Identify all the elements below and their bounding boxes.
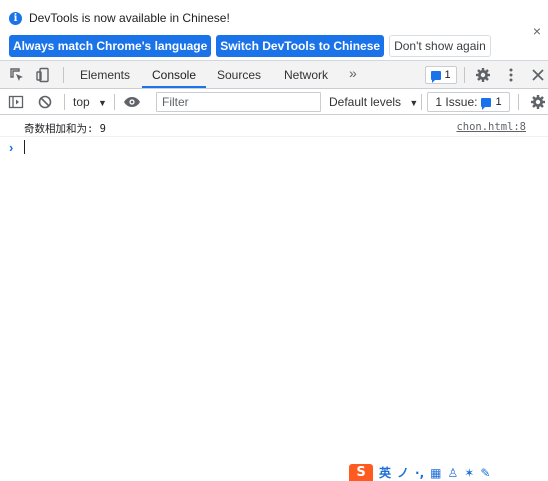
console-message-text: 奇数相加和为: 9 bbox=[24, 123, 106, 135]
console-output[interactable]: 奇数相加和为: 9 chon.html:8 › bbox=[0, 115, 548, 481]
context-value: top bbox=[73, 95, 90, 109]
devtools-tabbar: Elements Console Sources Network » 1 bbox=[0, 61, 548, 89]
divider bbox=[64, 94, 65, 110]
close-icon[interactable]: × bbox=[531, 24, 543, 38]
inspect-element-icon[interactable] bbox=[9, 67, 25, 83]
infobar-message-row: i DevTools is now available in Chinese! bbox=[9, 10, 230, 26]
clear-console-icon[interactable] bbox=[37, 94, 53, 110]
console-settings-gear-icon[interactable] bbox=[530, 94, 546, 110]
info-icon: i bbox=[9, 11, 22, 25]
levels-label: Default levels bbox=[329, 95, 402, 109]
issues-label: 1 Issue: bbox=[435, 95, 478, 109]
prompt-chevron-icon: › bbox=[9, 140, 14, 155]
console-input-caret[interactable] bbox=[24, 140, 25, 154]
infobar-message: DevTools is now available in Chinese! bbox=[29, 11, 230, 25]
divider bbox=[114, 94, 115, 110]
message-icon bbox=[481, 97, 492, 110]
tab-elements[interactable]: Elements bbox=[72, 61, 138, 88]
issues-count: 1 bbox=[495, 96, 502, 108]
tab-sources[interactable]: Sources bbox=[210, 61, 268, 88]
ime-user-icon[interactable]: ♙ bbox=[448, 466, 459, 480]
filter-input[interactable] bbox=[156, 92, 321, 112]
device-toolbar-icon[interactable] bbox=[35, 67, 51, 83]
issues-count: 1 bbox=[444, 69, 451, 81]
log-levels-dropdown[interactable]: Default levels ▼ bbox=[329, 95, 418, 109]
ime-toolbar: S 英 ノ ·, ▦ ♙ ✶ ✎ bbox=[349, 464, 490, 481]
ime-language-toggle[interactable]: 英 bbox=[379, 464, 391, 481]
eye-icon[interactable] bbox=[123, 94, 141, 110]
ime-keyboard-icon[interactable]: ▦ bbox=[430, 466, 441, 480]
switch-to-chinese-button[interactable]: Switch DevTools to Chinese bbox=[216, 35, 385, 57]
divider bbox=[518, 94, 519, 110]
sogou-logo-icon[interactable]: S bbox=[349, 464, 373, 481]
chevron-down-icon: ▼ bbox=[409, 98, 419, 108]
divider bbox=[63, 67, 64, 83]
ime-punctuation-icon[interactable]: ·, bbox=[415, 466, 424, 480]
context-selector[interactable]: top ▼ bbox=[73, 95, 107, 109]
console-message-row: 奇数相加和为: 9 chon.html:8 bbox=[0, 117, 548, 137]
chevron-down-icon: ▼ bbox=[98, 98, 107, 108]
ime-skin-icon[interactable]: ✶ bbox=[464, 466, 474, 480]
divider bbox=[421, 94, 422, 110]
language-infobar: i DevTools is now available in Chinese! … bbox=[0, 0, 548, 61]
source-link[interactable]: chon.html:8 bbox=[456, 121, 526, 133]
show-sidebar-icon[interactable] bbox=[8, 94, 24, 110]
ime-tools-icon[interactable]: ✎ bbox=[480, 466, 490, 480]
always-match-language-button[interactable]: Always match Chrome's language bbox=[9, 35, 212, 57]
infobar-buttons: Always match Chrome's language Switch De… bbox=[9, 35, 491, 57]
message-icon bbox=[431, 70, 442, 83]
console-toolbar: top ▼ Default levels ▼ 1 Issue: 1 bbox=[0, 89, 548, 115]
issues-counter-button[interactable]: 1 bbox=[425, 66, 457, 84]
divider bbox=[464, 67, 465, 83]
more-options-icon[interactable] bbox=[503, 67, 519, 83]
dont-show-again-button[interactable]: Don't show again bbox=[389, 35, 491, 57]
issues-button[interactable]: 1 Issue: 1 bbox=[427, 92, 510, 112]
close-devtools-icon[interactable] bbox=[530, 67, 546, 83]
gear-icon[interactable] bbox=[475, 67, 491, 83]
more-tabs-chevron-icon[interactable]: » bbox=[349, 65, 357, 81]
ime-moon-icon[interactable]: ノ bbox=[397, 464, 409, 481]
tab-console[interactable]: Console bbox=[142, 61, 206, 88]
tab-network[interactable]: Network bbox=[276, 61, 336, 88]
